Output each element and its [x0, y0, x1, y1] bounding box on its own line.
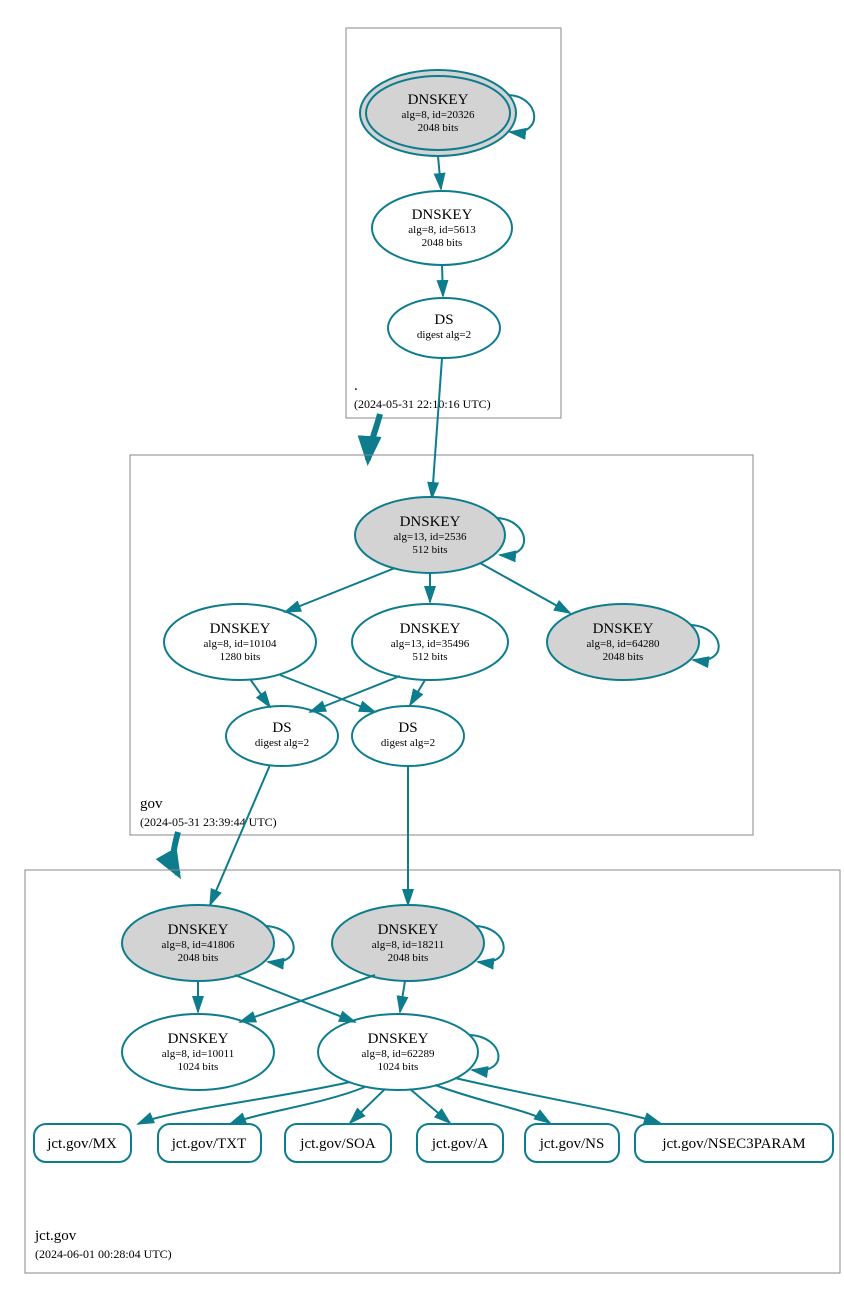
svg-text:DNSKEY: DNSKEY	[168, 922, 229, 938]
svg-text:2048 bits: 2048 bits	[388, 952, 429, 964]
svg-text:1280 bits: 1280 bits	[220, 651, 261, 663]
svg-text:alg=8, id=5613: alg=8, id=5613	[408, 224, 476, 236]
svg-text:alg=8, id=10011: alg=8, id=10011	[162, 1048, 235, 1060]
svg-text:alg=8, id=41806: alg=8, id=41806	[162, 939, 235, 951]
svg-text:jct.gov/TXT: jct.gov/TXT	[171, 1136, 247, 1152]
node-jct-k3: DNSKEY alg=8, id=10011 1024 bits	[122, 1014, 274, 1090]
zone-root-label: .	[354, 378, 358, 394]
node-gov-ksk1: DNSKEY alg=13, id=2536 512 bits	[355, 497, 524, 573]
node-jct-k1: DNSKEY alg=8, id=41806 2048 bits	[122, 905, 294, 981]
svg-text:DS: DS	[434, 312, 453, 328]
svg-text:DS: DS	[398, 720, 417, 736]
svg-text:DNSKEY: DNSKEY	[210, 621, 271, 637]
svg-text:DNSKEY: DNSKEY	[368, 1031, 429, 1047]
svg-text:alg=8, id=10104: alg=8, id=10104	[204, 638, 277, 650]
svg-text:alg=8, id=64280: alg=8, id=64280	[587, 638, 660, 650]
svg-text:DNSKEY: DNSKEY	[400, 514, 461, 530]
node-gov-ds2: DS digest alg=2	[352, 706, 464, 766]
svg-text:digest alg=2: digest alg=2	[381, 737, 435, 749]
node-gov-k3: DNSKEY alg=13, id=35496 512 bits	[352, 604, 508, 680]
node-jct-k2: DNSKEY alg=8, id=18211 2048 bits	[332, 905, 504, 981]
node-rr-n3p: jct.gov/NSEC3PARAM	[635, 1124, 833, 1162]
svg-text:512 bits: 512 bits	[412, 544, 447, 556]
svg-text:DNSKEY: DNSKEY	[593, 621, 654, 637]
svg-text:DNSKEY: DNSKEY	[408, 92, 469, 108]
zone-root-timestamp: (2024-05-31 22:10:16 UTC)	[354, 397, 491, 411]
node-gov-k2: DNSKEY alg=8, id=10104 1280 bits	[164, 604, 316, 680]
svg-text:alg=8, id=20326: alg=8, id=20326	[402, 109, 475, 121]
zone-jct-label: jct.gov	[34, 1228, 77, 1244]
svg-text:alg=8, id=18211: alg=8, id=18211	[372, 939, 445, 951]
svg-text:2048 bits: 2048 bits	[422, 237, 463, 249]
svg-text:digest alg=2: digest alg=2	[255, 737, 309, 749]
svg-text:jct.gov/NS: jct.gov/NS	[539, 1136, 605, 1152]
svg-text:2048 bits: 2048 bits	[178, 952, 219, 964]
svg-text:DNSKEY: DNSKEY	[400, 621, 461, 637]
node-root-zsk: DNSKEY alg=8, id=5613 2048 bits	[372, 191, 512, 265]
svg-text:digest alg=2: digest alg=2	[417, 329, 471, 341]
node-rr-ns: jct.gov/NS	[525, 1124, 619, 1162]
dnssec-diagram: . (2024-05-31 22:10:16 UTC) DNSKEY alg=8…	[10, 10, 844, 1288]
zone-jct-timestamp: (2024-06-01 00:28:04 UTC)	[35, 1247, 172, 1261]
zone-gov-timestamp: (2024-05-31 23:39:44 UTC)	[140, 815, 277, 829]
svg-text:DS: DS	[272, 720, 291, 736]
svg-text:DNSKEY: DNSKEY	[412, 207, 473, 223]
svg-text:alg=13, id=35496: alg=13, id=35496	[391, 638, 470, 650]
node-gov-k4: DNSKEY alg=8, id=64280 2048 bits	[547, 604, 719, 680]
svg-text:alg=8, id=62289: alg=8, id=62289	[362, 1048, 435, 1060]
node-root-ds: DS digest alg=2	[388, 298, 500, 358]
svg-text:jct.gov/SOA: jct.gov/SOA	[299, 1136, 376, 1152]
svg-text:DNSKEY: DNSKEY	[168, 1031, 229, 1047]
svg-text:alg=13, id=2536: alg=13, id=2536	[394, 531, 467, 543]
svg-text:512 bits: 512 bits	[412, 651, 447, 663]
svg-text:jct.gov/A: jct.gov/A	[431, 1136, 488, 1152]
node-rr-mx: jct.gov/MX	[34, 1124, 131, 1162]
node-gov-ds1: DS digest alg=2	[226, 706, 338, 766]
node-rr-soa: jct.gov/SOA	[285, 1124, 391, 1162]
svg-text:2048 bits: 2048 bits	[603, 651, 644, 663]
node-root-ksk: DNSKEY alg=8, id=20326 2048 bits	[360, 70, 534, 156]
node-rr-a: jct.gov/A	[417, 1124, 503, 1162]
svg-text:2048 bits: 2048 bits	[418, 122, 459, 134]
svg-text:DNSKEY: DNSKEY	[378, 922, 439, 938]
svg-text:1024 bits: 1024 bits	[378, 1061, 419, 1073]
svg-text:jct.gov/NSEC3PARAM: jct.gov/NSEC3PARAM	[661, 1136, 805, 1152]
zone-gov-label: gov	[140, 796, 163, 812]
node-rr-txt: jct.gov/TXT	[158, 1124, 261, 1162]
svg-text:jct.gov/MX: jct.gov/MX	[46, 1136, 117, 1152]
node-jct-k4: DNSKEY alg=8, id=62289 1024 bits	[318, 1014, 498, 1090]
svg-text:1024 bits: 1024 bits	[178, 1061, 219, 1073]
